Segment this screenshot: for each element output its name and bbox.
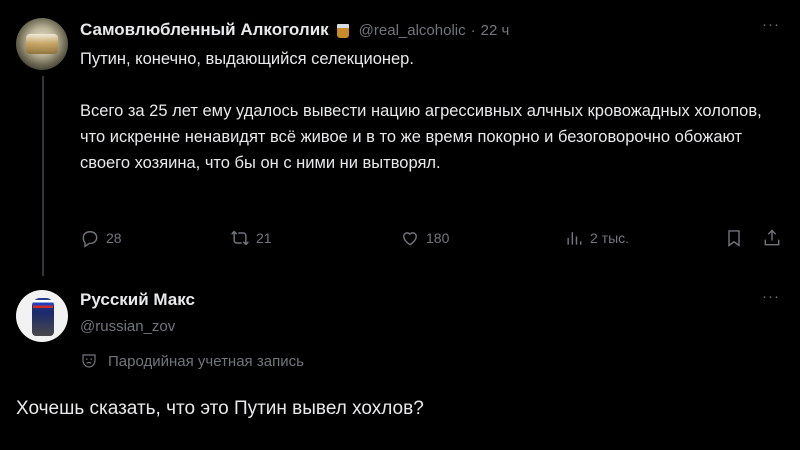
avatar-real-alcoholic[interactable] bbox=[16, 18, 68, 70]
reply-button[interactable]: 28 bbox=[80, 228, 122, 248]
tweet-timestamp[interactable]: 22 ч bbox=[481, 22, 510, 39]
like-count: 180 bbox=[426, 230, 450, 246]
tweet-header: Самовлюбленный Алкоголик @real_alcoholic… bbox=[80, 18, 509, 42]
like-button[interactable]: 180 bbox=[400, 228, 449, 248]
tweet-actions-bar: 28 21 180 2 тыс. bbox=[80, 228, 790, 254]
views-count: 2 тыс. bbox=[590, 230, 630, 246]
tweet-text-paragraph-1: Путин, конечно, выдающийся селекционер. bbox=[80, 50, 414, 68]
bookmark-button[interactable] bbox=[724, 228, 750, 248]
reply-tweet-text: Хочешь сказать, что это Путин вывел хохл… bbox=[16, 398, 424, 419]
theater-mask-icon bbox=[82, 354, 96, 368]
author-handle[interactable]: @real_alcoholic bbox=[359, 22, 466, 39]
reply-more-options-icon[interactable]: ··· bbox=[762, 288, 780, 305]
reply-author-handle[interactable]: @russian_zov bbox=[80, 318, 175, 335]
parody-account-label: Пародийная учетная запись bbox=[80, 352, 304, 370]
tweet-text-paragraph-2: Всего за 25 лет ему удалось вывести наци… bbox=[80, 102, 762, 172]
views-chart-icon bbox=[567, 232, 582, 245]
retweet-button[interactable]: 21 bbox=[230, 228, 272, 248]
avatar-image bbox=[26, 34, 58, 54]
thread-connector-line bbox=[42, 76, 44, 276]
avatar-russian-zov[interactable] bbox=[16, 290, 68, 342]
more-options-icon[interactable]: ··· bbox=[762, 16, 780, 33]
retweet-icon bbox=[231, 230, 249, 246]
parody-label-text: Пародийная учетная запись bbox=[108, 352, 304, 370]
author-name[interactable]: Самовлюбленный Алкоголик bbox=[80, 20, 329, 40]
share-icon bbox=[764, 229, 780, 246]
avatar-flag bbox=[33, 300, 53, 308]
reply-count: 28 bbox=[106, 230, 122, 246]
separator-dot: · bbox=[470, 21, 476, 39]
bookmark-icon bbox=[728, 230, 740, 247]
heart-icon bbox=[403, 232, 417, 246]
views-button[interactable]: 2 тыс. bbox=[564, 228, 629, 248]
reply-author-name[interactable]: Русский Макс bbox=[80, 290, 195, 310]
retweet-count: 21 bbox=[256, 230, 272, 246]
tumbler-glass-emoji-icon bbox=[335, 21, 351, 39]
share-button[interactable] bbox=[762, 228, 788, 248]
reply-icon bbox=[82, 231, 98, 248]
